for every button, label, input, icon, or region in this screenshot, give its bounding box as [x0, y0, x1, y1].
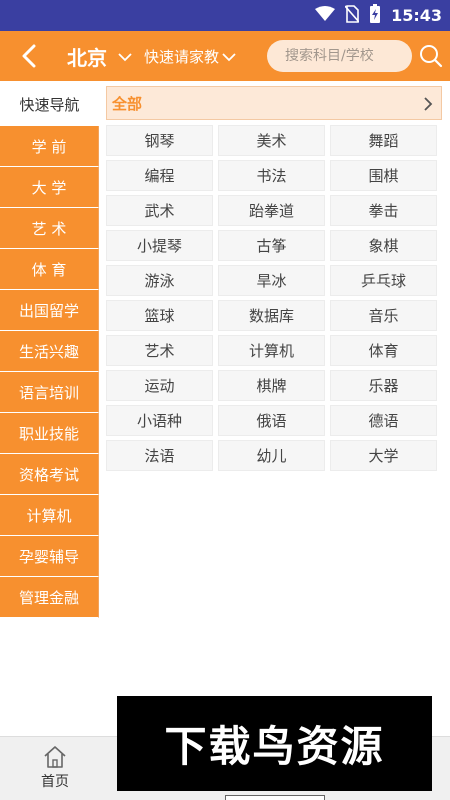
chevron-down-icon[interactable] — [222, 47, 236, 66]
watermark-banner: 下载鸟资源 — [117, 696, 432, 791]
subject-item[interactable]: 运动 — [106, 370, 213, 401]
top-bar: 北京 快速请家教 — [0, 31, 450, 81]
status-bar: 15:43 — [0, 0, 450, 31]
subject-item[interactable]: 跆拳道 — [218, 195, 325, 226]
subject-item[interactable]: 旱冰 — [218, 265, 325, 296]
subject-item[interactable]: 体育 — [330, 335, 437, 366]
subject-item[interactable]: 钢琴 — [106, 125, 213, 156]
subject-item[interactable]: 舞蹈 — [330, 125, 437, 156]
sidebar-item-preschool[interactable]: 学 前 — [0, 126, 99, 167]
sidebar-item-computer[interactable]: 计算机 — [0, 495, 99, 536]
category-sidebar: 快速导航 学 前 大 学 艺 术 体 育 出国留学 生活兴趣 语言培训 职业技能… — [0, 84, 99, 618]
search-input[interactable] — [285, 48, 405, 64]
subject-item[interactable]: 书法 — [218, 160, 325, 191]
home-label: 首页 — [41, 774, 69, 790]
status-icons: 15:43 — [315, 0, 442, 31]
subject-item[interactable]: 古筝 — [218, 230, 325, 261]
city-selector[interactable]: 北京 — [67, 42, 107, 71]
sidebar-item-art[interactable]: 艺 术 — [0, 208, 99, 249]
subject-item[interactable]: 德语 — [330, 405, 437, 436]
subject-item[interactable]: 小语种 — [106, 405, 213, 436]
subject-grid: 钢琴 美术 舞蹈 编程 书法 围棋 武术 跆拳道 拳击 小提琴 古筝 象棋 游泳… — [106, 125, 438, 471]
chevron-down-icon[interactable] — [118, 47, 132, 66]
subject-item[interactable]: 幼儿 — [218, 440, 325, 471]
subject-item[interactable]: 大学 — [330, 440, 437, 471]
back-arrow-icon — [22, 44, 36, 68]
subject-item[interactable]: 编程 — [106, 160, 213, 191]
chevron-right-icon — [423, 96, 433, 115]
sidebar-item-language[interactable]: 语言培训 — [0, 372, 99, 413]
subject-item[interactable]: 围棋 — [330, 160, 437, 191]
subject-item[interactable]: 乐器 — [330, 370, 437, 401]
subject-item[interactable]: 美术 — [218, 125, 325, 156]
sidebar-item-maternity[interactable]: 孕婴辅导 — [0, 536, 99, 577]
sidebar-item-hobbies[interactable]: 生活兴趣 — [0, 331, 99, 372]
search-box[interactable] — [267, 40, 412, 72]
subject-item[interactable]: 棋牌 — [218, 370, 325, 401]
battery-charging-icon — [369, 3, 381, 28]
all-category-bar[interactable]: 全部 — [106, 86, 442, 120]
no-sim-icon — [344, 4, 360, 27]
subject-item[interactable]: 计算机 — [218, 335, 325, 366]
sidebar-item-finance[interactable]: 管理金融 — [0, 577, 99, 618]
subject-item[interactable]: 法语 — [106, 440, 213, 471]
subject-item[interactable]: 俄语 — [218, 405, 325, 436]
subject-item[interactable]: 乒乓球 — [330, 265, 437, 296]
status-time: 15:43 — [391, 6, 442, 25]
subject-item[interactable]: 音乐 — [330, 300, 437, 331]
tab-home[interactable]: 首页 — [30, 745, 80, 791]
sidebar-item-sports[interactable]: 体 育 — [0, 249, 99, 290]
subject-item[interactable]: 象棋 — [330, 230, 437, 261]
search-icon[interactable] — [418, 43, 444, 69]
center-tab-edge — [225, 795, 325, 800]
sidebar-item-vocational[interactable]: 职业技能 — [0, 413, 99, 454]
wifi-icon — [315, 5, 336, 26]
subject-item[interactable]: 小提琴 — [106, 230, 213, 261]
all-label: 全部 — [112, 94, 143, 113]
sidebar-item-certification[interactable]: 资格考试 — [0, 454, 99, 495]
sidebar-item-university[interactable]: 大 学 — [0, 167, 99, 208]
subject-item[interactable]: 游泳 — [106, 265, 213, 296]
quick-tutor-dropdown[interactable]: 快速请家教 — [144, 46, 219, 67]
subject-item[interactable]: 拳击 — [330, 195, 437, 226]
sidebar-item-quick-nav[interactable]: 快速导航 — [0, 84, 99, 126]
sidebar-item-study-abroad[interactable]: 出国留学 — [0, 290, 99, 331]
subject-item[interactable]: 数据库 — [218, 300, 325, 331]
home-icon — [44, 746, 66, 768]
subject-item[interactable]: 武术 — [106, 195, 213, 226]
back-button[interactable] — [12, 39, 46, 73]
subject-item[interactable]: 篮球 — [106, 300, 213, 331]
subject-item[interactable]: 艺术 — [106, 335, 213, 366]
